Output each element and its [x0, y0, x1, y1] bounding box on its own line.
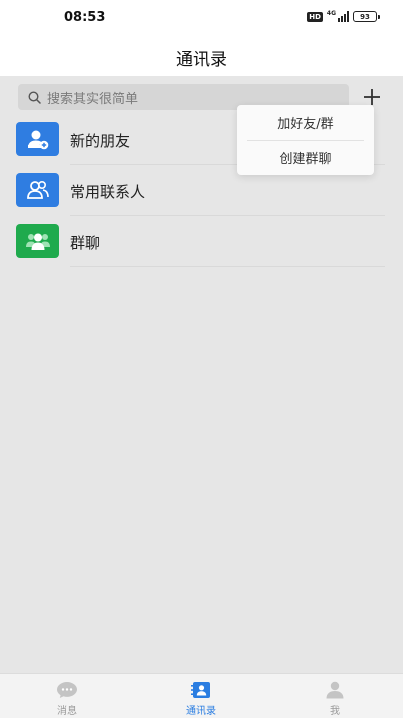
status-bar: 08:53 HD 4G 93: [0, 0, 403, 36]
nav-bar: 通讯录: [0, 36, 403, 76]
search-placeholder: 搜索其实很简单: [47, 91, 139, 107]
tab-bar: 消息 通讯录 我: [0, 673, 403, 718]
status-icons: HD 4G 93: [307, 11, 380, 22]
page-title: 通讯录: [176, 50, 227, 70]
tab-label: 通讯录: [186, 706, 216, 717]
status-time: 08:53: [64, 10, 106, 25]
battery-icon: 93: [353, 11, 380, 22]
menu-item-create-group-chat[interactable]: 创建群聊: [237, 140, 374, 175]
divider: [70, 266, 385, 267]
contacts-icon: [16, 173, 59, 207]
plus-icon: [364, 89, 380, 105]
list-item-label: 常用联系人: [70, 183, 146, 201]
search-icon: [28, 90, 41, 104]
tab-messages[interactable]: 消息: [0, 674, 134, 718]
hd-icon: HD: [307, 11, 323, 22]
network-type: 4G: [326, 10, 336, 17]
list-item-frequent-contacts[interactable]: 常用联系人: [0, 173, 403, 224]
chat-bubble-icon: [57, 682, 77, 698]
signal-icon: 4G: [327, 11, 349, 22]
battery-level: 93: [360, 12, 370, 21]
tab-contacts[interactable]: 通讯录: [134, 674, 268, 718]
tab-label: 我: [330, 706, 340, 717]
tab-me[interactable]: 我: [268, 674, 402, 718]
list-item-group-chats[interactable]: 群聊: [0, 224, 403, 275]
divider: [70, 215, 385, 216]
menu-item-add-friend-group[interactable]: 加好友/群: [237, 105, 374, 140]
popup-menu: 加好友/群 创建群聊: [237, 105, 374, 175]
list-item-label: 群聊: [70, 234, 101, 252]
add-friend-icon: [16, 122, 59, 156]
group-chat-icon: [16, 224, 59, 258]
list-item-label: 新的朋友: [70, 132, 131, 150]
contacts-book-icon: [191, 682, 210, 698]
tab-label: 消息: [57, 706, 77, 717]
profile-icon: [326, 681, 344, 699]
